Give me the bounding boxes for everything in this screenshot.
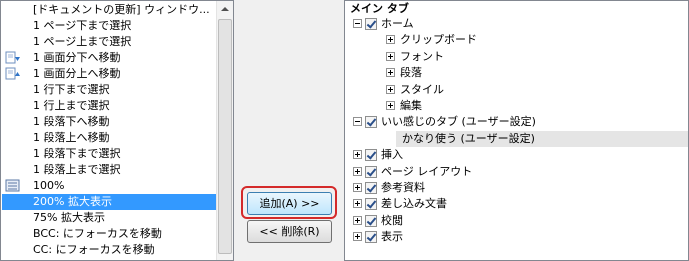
command-list-item-label: 200% 拡大表示	[33, 195, 112, 208]
expand-icon[interactable]	[386, 84, 395, 94]
command-list-item[interactable]: [ドキュメントの更新] ウィンドウ...	[2, 2, 217, 18]
tree-tab-item[interactable]: 表示	[345, 229, 688, 245]
command-list-item[interactable]: 1 行下まで選択	[2, 82, 217, 98]
command-list-item-label: BCC: にフォーカスを移動	[33, 227, 162, 240]
command-list-item[interactable]: 1 段落上へ移動	[2, 130, 217, 146]
command-list-item-label: 1 段落上へ移動	[33, 131, 110, 144]
tree-tab-item[interactable]: ページ レイアウト	[345, 164, 688, 180]
command-list-item-label: 100%	[33, 179, 65, 192]
tab-visibility-checkbox[interactable]	[365, 214, 377, 227]
tree-tab-item[interactable]: 差し込み文書	[345, 196, 688, 212]
tree-group-item[interactable]: かなり使う (ユーザー設定)	[396, 130, 688, 147]
command-list-item[interactable]: 1 ページ下まで選択	[2, 18, 217, 34]
tree-header: メイン タブ	[350, 2, 409, 15]
tree-item-label: かなり使う (ユーザー設定)	[402, 131, 535, 145]
collapse-icon[interactable]	[353, 19, 362, 28]
tree-item-label: 段落	[400, 66, 422, 80]
scrollbar-thumb[interactable]	[218, 19, 232, 254]
expand-icon[interactable]	[353, 232, 362, 242]
tree-item-label: クリップボード	[400, 33, 477, 47]
add-button[interactable]: 追加(A) >>	[247, 192, 332, 215]
command-list-item-label: 75% 拡大表示	[33, 211, 105, 224]
tree-item-label: 差し込み文書	[381, 197, 447, 211]
command-list-item-label: 1 段落上まで選択	[33, 163, 121, 176]
command-list-item[interactable]: 1 ページ上まで選択	[2, 34, 217, 50]
tree-item-label: いい感じのタブ (ユーザー設定)	[381, 115, 536, 129]
command-list-item[interactable]: 100%	[2, 178, 217, 194]
command-list-item-label: 1 ページ上まで選択	[33, 35, 132, 48]
command-list-item[interactable]: 1 画面分上へ移動	[2, 66, 217, 82]
expand-icon[interactable]	[386, 101, 395, 110]
tree-group-item[interactable]: 編集	[345, 98, 688, 114]
tree-item-label: ホーム	[381, 17, 414, 30]
command-list-item[interactable]: BCC: にフォーカスを移動	[2, 226, 217, 242]
commands-list-scrollbar[interactable]	[216, 1, 233, 260]
tree-item-label: 校閲	[381, 213, 403, 227]
collapse-icon[interactable]	[353, 117, 362, 127]
tree-item-label: 表示	[381, 230, 403, 244]
command-list-item[interactable]: 1 画面分下へ移動	[2, 50, 217, 66]
tree-tab-item[interactable]: いい感じのタブ (ユーザー設定)	[345, 114, 688, 130]
tree-group-item[interactable]: スタイル	[345, 82, 688, 98]
command-list-item-label: 1 行下まで選択	[33, 83, 110, 96]
arrow-up-icon	[221, 7, 229, 11]
tree-item-label: フォント	[400, 49, 444, 63]
tree-tab-item[interactable]: 参考資料	[345, 180, 688, 196]
page-down-icon	[5, 51, 21, 65]
tree-item-label: 挿入	[381, 148, 403, 162]
command-list-item-label: 1 画面分上へ移動	[33, 67, 121, 80]
command-list-item[interactable]: 1 段落下へ移動	[2, 114, 217, 130]
expand-icon[interactable]	[353, 215, 362, 225]
expand-icon[interactable]	[353, 150, 362, 160]
tree-item-label: スタイル	[400, 82, 444, 96]
tree-item-label: 編集	[400, 99, 422, 112]
tab-visibility-checkbox[interactable]	[365, 116, 377, 129]
command-list-item[interactable]: CC: にフォーカスを移動	[2, 242, 217, 258]
command-list-item[interactable]: 75% 拡大表示	[2, 210, 217, 226]
tree-tab-item[interactable]: 挿入	[345, 147, 688, 163]
tab-visibility-checkbox[interactable]	[365, 18, 377, 30]
commands-list[interactable]: [ドキュメントの更新] ウィンドウ... 1 ページ下まで選択 1 ページ上まで選択…	[0, 0, 234, 261]
tab-visibility-checkbox[interactable]	[365, 231, 377, 244]
tree-tab-item[interactable]: 校閲	[345, 213, 688, 229]
command-list-item[interactable]: 200% 拡大表示	[2, 194, 217, 210]
command-list-item-label: 1 行上まで選択	[33, 99, 110, 112]
tab-visibility-checkbox[interactable]	[365, 182, 377, 194]
tree-tab-item[interactable]: ホーム	[345, 16, 688, 32]
expand-icon[interactable]	[386, 35, 395, 45]
tree-item-label: 参考資料	[381, 181, 425, 194]
zoom-100-icon	[5, 179, 21, 193]
page-up-icon	[5, 67, 21, 81]
ribbon-tabs-tree[interactable]: メイン タブ ホームクリップボード フォント段落スタイル編集いい感じのタブ (ユー…	[344, 0, 689, 261]
expand-icon[interactable]	[353, 199, 362, 209]
command-list-item-label: 1 画面分下へ移動	[33, 51, 121, 64]
tab-visibility-checkbox[interactable]	[365, 198, 377, 211]
remove-button[interactable]: << 削除(R)	[247, 220, 332, 243]
expand-icon[interactable]	[386, 51, 395, 61]
tab-visibility-checkbox[interactable]	[365, 149, 377, 162]
command-list-item-label: 1 段落下へ移動	[33, 115, 110, 128]
scroll-up-button[interactable]	[217, 1, 233, 18]
expand-icon[interactable]	[353, 183, 362, 192]
command-list-item-label: [ドキュメントの更新] ウィンドウ...	[33, 3, 210, 16]
tree-item-label: ページ レイアウト	[381, 164, 473, 178]
tree-group-item[interactable]: クリップボード	[345, 32, 688, 48]
command-list-item[interactable]: 1 段落下まで選択	[2, 146, 217, 162]
command-list-item-label: 1 ページ下まで選択	[33, 19, 132, 32]
tree-group-item[interactable]: 段落	[345, 65, 688, 81]
expand-icon[interactable]	[386, 68, 395, 78]
command-list-item[interactable]: 1 段落上まで選択	[2, 162, 217, 178]
command-list-item[interactable]: 1 行上まで選択	[2, 98, 217, 114]
command-list-item-label: 1 段落下まで選択	[33, 147, 121, 160]
tree-group-item[interactable]: フォント	[345, 49, 688, 65]
command-list-item-label: CC: にフォーカスを移動	[33, 243, 155, 256]
expand-icon[interactable]	[353, 166, 362, 176]
tab-visibility-checkbox[interactable]	[365, 165, 377, 178]
